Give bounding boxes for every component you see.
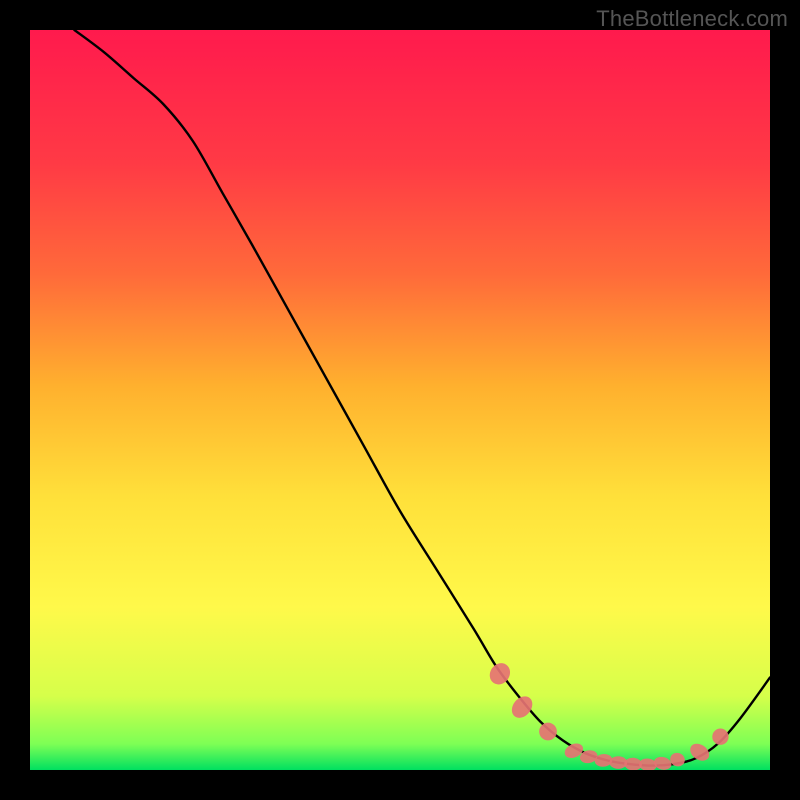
plot-area [30,30,770,770]
chart-frame: TheBottleneck.com [0,0,800,800]
chart-svg [30,30,770,770]
gradient-background [30,30,770,770]
marker-point [712,729,728,745]
marker-point [539,723,557,741]
watermark-text: TheBottleneck.com [596,6,788,32]
